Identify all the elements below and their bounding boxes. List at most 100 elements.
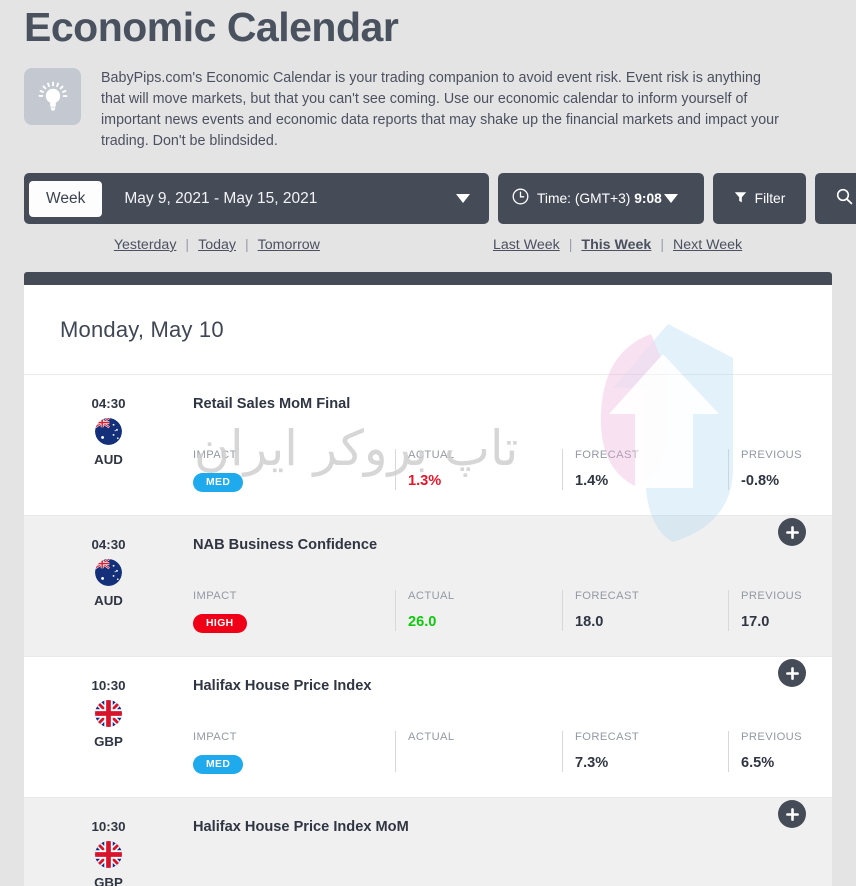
calendar-card: Monday, May 10 04:30 AUD Retail Sales MoM … — [24, 272, 832, 886]
stat-previous: PREVIOUS 17.0 — [728, 590, 832, 633]
impact-badge: MED — [193, 473, 244, 492]
event-currency-column: 04:30 AUD — [24, 396, 193, 492]
date-range-label: May 9, 2021 - May 15, 2021 — [124, 189, 318, 207]
event-details-column: Halifax House Price Index MoM — [193, 819, 832, 886]
stat-previous: PREVIOUS -0.8% — [728, 449, 832, 492]
event-currency-column: 04:30 AUD — [24, 537, 193, 633]
link-yesterday[interactable]: Yesterday — [105, 237, 186, 253]
chevron-down-icon[interactable] — [456, 194, 470, 203]
event-time: 10:30 — [91, 819, 126, 834]
timezone-label: Time: (GMT+3) 9:08 — [529, 191, 664, 206]
plus-icon — [785, 807, 799, 821]
lightbulb-icon — [24, 68, 81, 125]
expand-event-button[interactable] — [778, 800, 806, 828]
week-toggle-button[interactable]: Week — [29, 180, 103, 217]
filter-button[interactable]: Filter — [713, 173, 806, 224]
event-row[interactable]: 10:30 GBP Halifax House Price Index MoM — [24, 798, 832, 886]
event-currency: GBP — [94, 734, 123, 749]
stat-actual: ACTUAL 26.0 — [395, 590, 562, 633]
stat-forecast: FORECAST 1.4% — [562, 449, 728, 492]
impact-value: HIGH — [193, 614, 395, 633]
expand-event-button[interactable] — [778, 518, 806, 546]
previous-value: 6.5% — [741, 755, 775, 771]
stat-label-previous: PREVIOUS — [741, 449, 803, 461]
event-details-column: Halifax House Price Index IMPACT MED ACTUAL… — [193, 678, 832, 774]
united-kingdom-flag-icon — [95, 700, 122, 727]
day-links: Yesterday | Today | Tomorrow — [105, 237, 329, 253]
link-this-week[interactable]: This Week — [572, 237, 660, 253]
stat-impact: IMPACT MED — [193, 449, 395, 492]
forecast-value: 18.0 — [575, 614, 604, 630]
event-row[interactable]: 04:30 AUD Retail Sales MoM Final IMPACT MED A… — [24, 375, 832, 516]
previous-value: -0.8% — [741, 473, 780, 489]
plus-icon — [785, 525, 799, 539]
impact-value: MED — [193, 473, 395, 492]
impact-badge: MED — [193, 755, 244, 774]
stat-label-impact: IMPACT — [193, 731, 237, 743]
page-title: Economic Calendar — [24, 4, 399, 50]
united-kingdom-flag-icon — [95, 841, 122, 868]
timezone-selector[interactable]: Time: (GMT+3) 9:08 — [498, 173, 704, 224]
event-title: Halifax House Price Index — [193, 678, 372, 694]
event-currency-column: 10:30 GBP — [24, 678, 193, 774]
quick-date-links: Yesterday | Today | Tomorrow Last Week |… — [0, 224, 856, 253]
link-today[interactable]: Today — [189, 237, 245, 253]
stat-actual: ACTUAL — [395, 731, 562, 774]
actual-value — [408, 755, 562, 773]
event-stats: IMPACT MED ACTUAL FORECAST 7.3% PREVIOUS 6.5% — [193, 731, 832, 774]
chevron-down-icon[interactable] — [664, 194, 678, 203]
previous-value: 17.0 — [741, 614, 770, 630]
impact-value: MED — [193, 755, 395, 774]
impact-badge: HIGH — [193, 614, 247, 633]
event-time: 04:30 — [91, 396, 126, 411]
week-links: Last Week | This Week | Next Week — [484, 237, 751, 253]
stat-label-forecast: FORECAST — [575, 590, 640, 602]
stat-impact: IMPACT MED — [193, 731, 395, 774]
australia-flag-icon — [95, 418, 122, 445]
event-details-column: NAB Business Confidence IMPACT HIGH ACTUAL 2… — [193, 537, 832, 633]
event-currency: GBP — [94, 875, 123, 886]
forecast-value: 7.3% — [575, 755, 609, 771]
event-row[interactable]: 04:30 AUD NAB Business Confidence IMPACT HIG… — [24, 516, 832, 657]
link-last-week[interactable]: Last Week — [484, 237, 569, 253]
stat-forecast: FORECAST 18.0 — [562, 590, 728, 633]
event-details-column: Retail Sales MoM Final IMPACT MED ACTUAL 1.3… — [193, 396, 832, 492]
event-row[interactable]: 10:30 GBP Halifax House Price Index IMPACT M… — [24, 657, 832, 798]
event-title: NAB Business Confidence — [193, 537, 378, 553]
stat-label-actual: ACTUAL — [408, 449, 455, 461]
plus-icon — [785, 666, 799, 680]
event-currency-column: 10:30 GBP — [24, 819, 193, 886]
stat-label-actual: ACTUAL — [408, 590, 455, 602]
event-stats: IMPACT MED ACTUAL 1.3% FORECAST 1.4% PREVIOUS -… — [193, 449, 832, 492]
event-title: Halifax House Price Index MoM — [193, 819, 409, 835]
day-header: Monday, May 10 — [24, 285, 832, 375]
link-tomorrow[interactable]: Tomorrow — [249, 237, 329, 253]
forecast-value: 1.4% — [575, 473, 609, 489]
date-range-selector[interactable]: Week May 9, 2021 - May 15, 2021 — [24, 173, 489, 224]
event-time: 10:30 — [91, 678, 126, 693]
stat-previous: PREVIOUS 6.5% — [728, 731, 832, 774]
stat-forecast: FORECAST 7.3% — [562, 731, 728, 774]
search-button[interactable] — [815, 173, 856, 224]
stat-label-previous: PREVIOUS — [741, 731, 803, 743]
calendar-toolbar: Week May 9, 2021 - May 15, 2021 Time: (G… — [0, 152, 856, 224]
funnel-icon — [734, 191, 747, 207]
event-title: Retail Sales MoM Final — [193, 396, 351, 412]
timezone-clock-value: 9:08 — [634, 191, 662, 206]
stat-label-impact: IMPACT — [193, 590, 237, 602]
event-currency: AUD — [94, 452, 123, 467]
stat-label-actual: ACTUAL — [408, 731, 455, 743]
intro-block: BabyPips.com's Economic Calendar is your… — [0, 54, 856, 152]
event-stats: IMPACT HIGH ACTUAL 26.0 FORECAST 18.0 PREVIOUS… — [193, 590, 832, 633]
economic-calendar-page: Economic Calendar BabyPips.com's Economi… — [0, 0, 856, 886]
event-time: 04:30 — [91, 537, 126, 552]
event-currency: AUD — [94, 593, 123, 608]
expand-event-button[interactable] — [778, 659, 806, 687]
stat-actual: ACTUAL 1.3% — [395, 449, 562, 492]
event-list: 04:30 AUD Retail Sales MoM Final IMPACT MED A… — [24, 375, 832, 886]
stat-label-impact: IMPACT — [193, 449, 237, 461]
stat-impact: IMPACT HIGH — [193, 590, 395, 633]
link-next-week[interactable]: Next Week — [664, 237, 751, 253]
intro-description: BabyPips.com's Economic Calendar is your… — [101, 70, 779, 149]
search-icon — [836, 188, 853, 210]
